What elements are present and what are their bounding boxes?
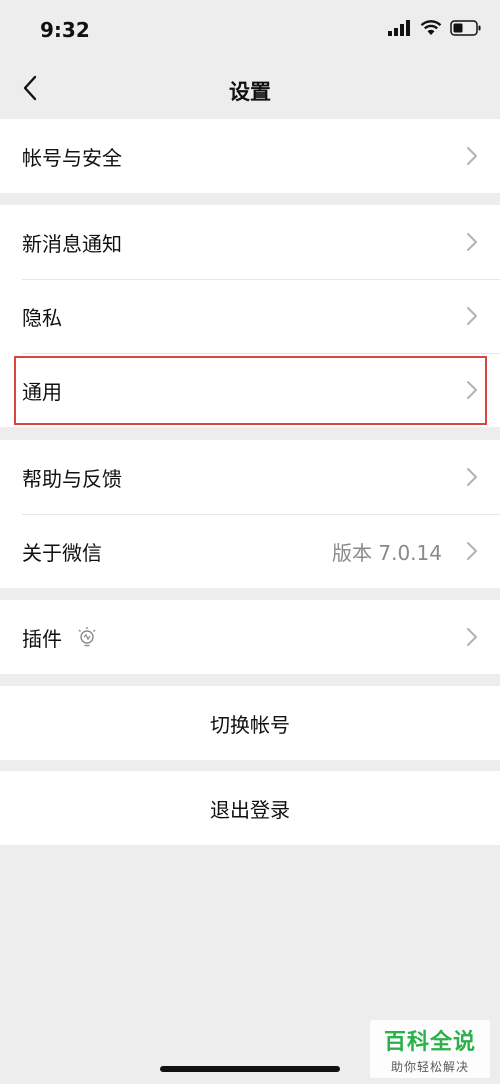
chevron-right-icon [467, 307, 477, 325]
watermark-title: 百科全说 [383, 1030, 476, 1055]
settings-item-general[interactable]: 通用 [0, 353, 500, 427]
status-time: 9:32 [40, 18, 90, 42]
settings-item-label: 帐号与安全 [22, 145, 122, 170]
settings-item-label: 通用 [22, 379, 62, 404]
settings-item-label: 插件 [22, 626, 62, 651]
navigation-bar: 设置 [0, 60, 500, 118]
settings-item-label: 新消息通知 [22, 231, 122, 256]
highlight-box [14, 356, 487, 425]
settings-item-account-security[interactable]: 帐号与安全 [0, 119, 500, 193]
settings-group-account: 帐号与安全 [0, 119, 500, 193]
page-title: 设置 [229, 80, 271, 104]
lightbulb-icon [78, 627, 96, 647]
version-value: 版本 7.0.14 [332, 540, 442, 565]
chevron-right-icon [467, 233, 477, 251]
settings-item-privacy[interactable]: 隐私 [0, 279, 500, 353]
chevron-right-icon [467, 381, 477, 399]
watermark-logo: 百科全说 助你轻松解决 [370, 1020, 490, 1078]
wifi-icon [420, 20, 442, 35]
logout-group: 退出登录 [0, 771, 500, 845]
settings-item-about-wechat[interactable]: 关于微信 版本 7.0.14 [0, 514, 500, 588]
settings-item-label: 帮助与反馈 [22, 466, 122, 491]
switch-account-button[interactable]: 切换帐号 [0, 686, 500, 760]
signal-icon [388, 20, 410, 36]
settings-item-plugins[interactable]: 插件 [0, 600, 500, 674]
battery-icon [450, 20, 481, 36]
chevron-right-icon [467, 468, 477, 486]
settings-group-plugins: 插件 [0, 600, 500, 674]
chevron-right-icon [467, 542, 477, 560]
settings-group-about: 帮助与反馈 关于微信 版本 7.0.14 [0, 440, 500, 588]
home-indicator[interactable] [160, 1066, 340, 1072]
settings-item-notifications[interactable]: 新消息通知 [0, 205, 500, 279]
settings-group-general: 新消息通知 隐私 通用 [0, 205, 500, 427]
chevron-right-icon [467, 147, 477, 165]
logout-button[interactable]: 退出登录 [0, 771, 500, 845]
status-bar: 9:32 [0, 0, 500, 60]
status-icons [388, 20, 482, 36]
settings-item-help-feedback[interactable]: 帮助与反馈 [0, 440, 500, 514]
switch-account-group: 切换帐号 [0, 686, 500, 760]
settings-item-label: 隐私 [22, 305, 62, 330]
watermark-subtitle: 助你轻松解决 [390, 1060, 469, 1074]
chevron-right-icon [467, 628, 477, 646]
settings-item-label: 关于微信 [22, 540, 102, 565]
